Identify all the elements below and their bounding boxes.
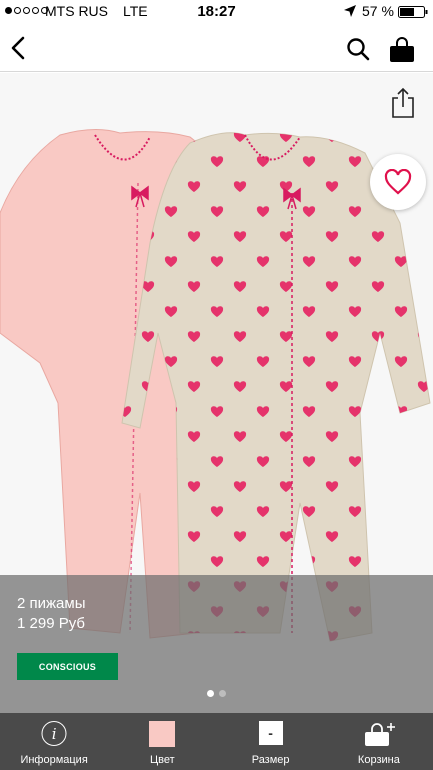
share-icon[interactable]	[391, 87, 415, 119]
tab-cart-label: Корзина	[357, 754, 400, 766]
tab-color[interactable]: Цвет	[108, 713, 216, 770]
back-icon[interactable]	[6, 34, 30, 62]
favorite-button[interactable]	[370, 154, 426, 210]
product-info-overlay: 2 пижамы 1 299 Руб CONSCIOUS	[0, 575, 433, 713]
tab-size-label: Размер	[251, 754, 290, 766]
color-swatch	[149, 721, 176, 747]
shopping-bag-icon[interactable]	[388, 35, 416, 63]
navigation-bar	[0, 24, 433, 72]
tab-info-label: Информация	[20, 754, 88, 766]
status-bar: MTS RUS LTE 18:27 57 %	[0, 0, 433, 24]
page-dot-active[interactable]	[207, 690, 214, 697]
bottom-tab-bar: i Информация Цвет - Размер Корзина	[0, 713, 433, 770]
info-icon: i	[41, 721, 67, 746]
tab-size[interactable]: - Размер	[217, 713, 325, 770]
cart-add-icon	[364, 723, 395, 746]
search-icon[interactable]	[346, 37, 370, 61]
size-value: -	[258, 721, 283, 745]
tab-info[interactable]: i Информация	[0, 713, 108, 770]
gallery-page-indicator[interactable]	[0, 690, 433, 697]
conscious-badge[interactable]: CONSCIOUS	[17, 653, 118, 680]
product-name: 2 пижамы	[17, 595, 86, 612]
product-gallery[interactable]: 2 пижамы 1 299 Руб CONSCIOUS	[0, 73, 433, 713]
tab-cart[interactable]: Корзина	[325, 713, 433, 770]
tab-color-label: Цвет	[150, 754, 175, 766]
heart-outline-icon	[384, 169, 412, 195]
battery-percent: 57 %	[362, 3, 394, 19]
product-price: 1 299 Руб	[17, 615, 85, 632]
page-dot[interactable]	[219, 690, 226, 697]
battery-icon	[398, 6, 428, 18]
location-arrow-icon	[344, 5, 356, 17]
